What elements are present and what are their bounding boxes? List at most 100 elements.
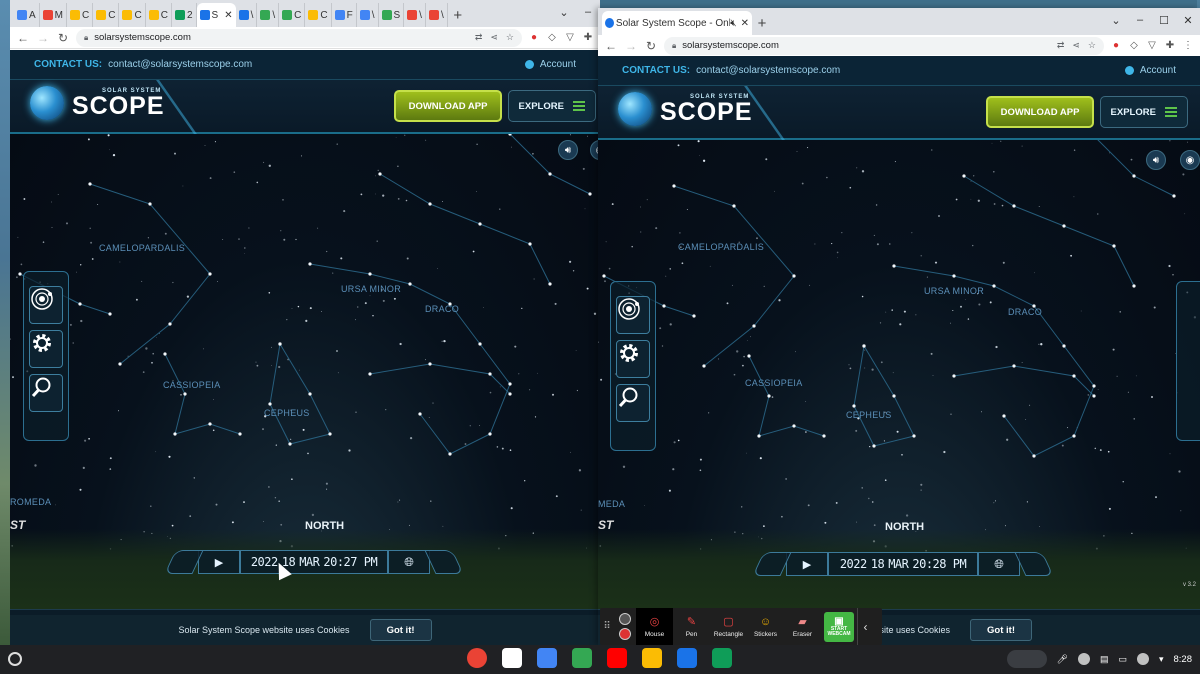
forward-button[interactable]: → [624, 39, 638, 53]
drag-handle-icon[interactable]: ⠿ [600, 621, 614, 632]
back-button[interactable]: ← [16, 31, 30, 45]
extension-icon-3[interactable]: ▽ [564, 32, 576, 43]
back-button[interactable]: ← [604, 39, 618, 53]
new-tab-button[interactable]: + [448, 3, 468, 27]
browser-tab[interactable]: \ [257, 3, 280, 27]
share-icon[interactable]: ⋖ [490, 32, 498, 43]
pause-recording-button[interactable] [619, 613, 631, 625]
settings-button[interactable] [29, 330, 63, 368]
play-button[interactable]: ▶ [198, 550, 240, 574]
date-time-display[interactable]: 2022 18 MAR 20:27 PM [240, 550, 388, 574]
new-tab-button[interactable]: + [752, 11, 772, 35]
browser-tab[interactable]: C [305, 3, 332, 27]
play-store-app-icon[interactable] [572, 648, 592, 668]
browser-tab[interactable]: S ✕ [196, 3, 236, 27]
got-it-button[interactable]: Got it! [369, 619, 432, 641]
browser-tab[interactable]: M [40, 3, 68, 27]
view-toggle-button[interactable]: ◉ [1180, 150, 1200, 170]
launcher-button[interactable] [8, 652, 22, 666]
contact-email-link[interactable]: contact@solarsystemscope.com [108, 59, 252, 70]
user-avatar-pill[interactable] [1006, 650, 1047, 668]
maximize-button[interactable]: ☐ [1152, 8, 1176, 32]
tab-search-icon[interactable]: ⌄ [552, 0, 576, 24]
sheets-add-app-icon[interactable] [712, 648, 732, 668]
got-it-button[interactable]: Got it! [970, 619, 1032, 641]
translate-icon[interactable]: ⇄ [1057, 40, 1065, 51]
contact-email-link[interactable]: contact@solarsystemscope.com [696, 65, 840, 76]
reload-button[interactable]: ↻ [56, 31, 70, 45]
minimize-button[interactable]: – [576, 0, 600, 24]
settings-button[interactable] [616, 340, 650, 378]
youtube-app-icon[interactable] [607, 648, 627, 668]
sky-view[interactable]: CAMELOPARDALIS URSA MINOR DRACO CASSIOPE… [598, 140, 1200, 645]
solar-system-button[interactable] [616, 296, 650, 334]
search-button[interactable] [29, 374, 63, 412]
browser-tab[interactable]: C [279, 3, 306, 27]
explore-button[interactable]: EXPLORE [508, 90, 596, 122]
chrome-app-icon[interactable] [467, 648, 487, 668]
address-bar[interactable]: 🔒︎ solarsystemscope.com ⇄ ⋖ ☆ [76, 28, 522, 47]
clipboard-icon[interactable]: ▤ [1100, 654, 1109, 665]
drive-app-icon[interactable] [642, 648, 662, 668]
start-webcam-button[interactable]: ▣ START WEBCAM [824, 611, 854, 642]
more-menu-icon[interactable]: ⋮ [1182, 40, 1194, 51]
globe-button[interactable]: 🌐︎ [978, 552, 1020, 576]
stop-recording-button[interactable] [619, 628, 631, 640]
play-button[interactable]: ▶ [786, 552, 828, 576]
extension-icon-2[interactable]: ◇ [1128, 40, 1140, 51]
right-side-panel[interactable] [1176, 281, 1200, 441]
eraser-tool-button[interactable]: ▰ Eraser [784, 608, 821, 645]
notification-icon[interactable] [1136, 653, 1149, 665]
site-logo[interactable]: SOLAR SYSTEM SCOPE [618, 92, 753, 126]
pen-tool-button[interactable]: ✎ Pen [673, 608, 710, 645]
address-bar[interactable]: 🔒︎ solarsystemscope.com ⇄ ⋖ ☆ [664, 36, 1104, 55]
account-link[interactable]: Account [524, 59, 576, 70]
extensions-puzzle-icon[interactable]: ✚ [1164, 40, 1176, 51]
collapse-chevron-icon[interactable]: ‹ [857, 608, 873, 645]
sky-view[interactable]: CAMELOPARDALIS URSA MINOR DRACO CASSIOPE… [10, 134, 600, 645]
download-app-button[interactable]: DOWNLOAD APP [394, 90, 502, 122]
rectangle-tool-button[interactable]: ▢ Rectangle [710, 608, 747, 645]
browser-tab[interactable]: \ [236, 3, 258, 27]
audio-muted-icon[interactable]: 🔇︎ [730, 18, 736, 29]
translate-icon[interactable]: ⇄ [475, 32, 483, 43]
browser-tab[interactable]: A [14, 3, 40, 27]
close-tab-icon[interactable]: ✕ [741, 18, 749, 29]
sound-toggle-button[interactable]: 🔊︎ [558, 140, 578, 160]
browser-tab[interactable]: C [93, 3, 120, 27]
browser-tab[interactable]: \ [357, 3, 379, 27]
browser-tab[interactable]: \ [404, 3, 426, 27]
browser-tab[interactable]: C [146, 3, 172, 27]
extension-icon-2[interactable]: ◇ [546, 32, 558, 43]
extension-icon-3[interactable]: ▽ [1146, 40, 1158, 51]
browser-tab[interactable]: F [332, 3, 357, 27]
browser-tab[interactable]: C [67, 3, 94, 27]
globe-button[interactable]: 🌐︎ [388, 550, 430, 574]
mouse-tool-button[interactable]: ◎ Mouse [636, 608, 673, 645]
date-time-display[interactable]: 2022 18 MAR 20:28 PM [828, 552, 978, 576]
browser-tab[interactable]: S [379, 3, 405, 27]
reload-button[interactable]: ↻ [644, 39, 658, 53]
microphone-icon[interactable]: 🎤︎ [1057, 654, 1068, 665]
files-app-icon[interactable] [677, 648, 697, 668]
search-button[interactable] [616, 384, 650, 422]
clock[interactable]: 8:28 [1174, 654, 1193, 665]
site-logo[interactable]: SOLAR SYSTEM SCOPE [30, 86, 165, 120]
screen-capture-icon[interactable] [1077, 653, 1090, 665]
close-tab-icon[interactable]: ✕ [224, 10, 232, 21]
forward-button[interactable]: → [36, 31, 50, 45]
window-icon[interactable]: ▭ [1118, 654, 1127, 665]
bookmark-star-icon[interactable]: ☆ [506, 32, 514, 43]
browser-tab[interactable]: 2 [172, 3, 197, 27]
solar-system-button[interactable] [29, 286, 63, 324]
stickers-tool-button[interactable]: ☺ Stickers [747, 608, 784, 645]
docs-app-icon[interactable] [537, 648, 557, 668]
sound-toggle-button[interactable]: 🔊︎ [1146, 150, 1166, 170]
minimize-button[interactable]: – [1128, 8, 1152, 32]
browser-tab[interactable]: \ [426, 3, 448, 27]
account-link[interactable]: Account [1124, 65, 1176, 76]
download-app-button[interactable]: DOWNLOAD APP [986, 96, 1094, 128]
wifi-icon[interactable]: ▾ [1159, 654, 1164, 665]
tab-solar-system-scope[interactable]: Solar System Scope - Online 🔇︎ ✕ [602, 11, 752, 35]
gmail-app-icon[interactable] [502, 648, 522, 668]
